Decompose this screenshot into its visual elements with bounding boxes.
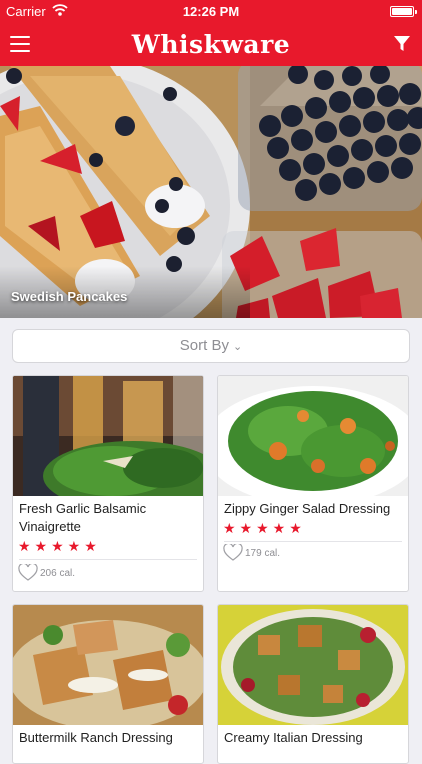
divider xyxy=(19,559,197,560)
app-title: Whiskware xyxy=(131,30,291,59)
recipe-name: Fresh Garlic Balsamic Vinaigrette xyxy=(19,501,147,534)
heart-icon[interactable] xyxy=(18,562,38,582)
sort-by-dropdown[interactable]: Sort By ⌄ xyxy=(12,329,410,363)
recipe-name: Creamy Italian Dressing xyxy=(224,730,363,745)
star-rating: ★★★★★ xyxy=(18,538,101,554)
recipe-photo xyxy=(218,605,408,725)
recipe-card[interactable]: Fresh Garlic Balsamic Vinaigrette ★★★★★ … xyxy=(12,375,204,592)
navigation-bar: Whiskware xyxy=(0,22,422,66)
featured-recipe-title: Swedish Pancakes xyxy=(11,289,128,304)
recipe-name: Zippy Ginger Salad Dressing xyxy=(224,501,391,516)
featured-recipe-banner[interactable]: Swedish Pancakes xyxy=(0,66,422,318)
recipe-card[interactable]: Zippy Ginger Salad Dressing ★★★★★ 179 ca… xyxy=(217,375,409,592)
featured-recipe-photo xyxy=(0,66,422,318)
clock-time: 12:26 PM xyxy=(182,4,240,19)
recipe-photo xyxy=(13,376,203,496)
status-bar: Carrier 12:26 PM xyxy=(0,0,422,22)
sort-by-label: Sort By xyxy=(179,337,229,354)
divider xyxy=(224,541,402,542)
recipe-name: Buttermilk Ranch Dressing xyxy=(19,730,173,745)
star-rating: ★★★★★ xyxy=(223,520,306,536)
chevron-down-icon: ⌄ xyxy=(232,341,243,353)
filter-funnel-icon[interactable] xyxy=(392,34,412,54)
recipe-photo xyxy=(13,605,203,725)
battery-icon xyxy=(390,6,417,17)
calorie-count: 179 cal. xyxy=(245,548,281,559)
recipe-card[interactable]: Buttermilk Ranch Dressing xyxy=(12,604,204,764)
heart-icon[interactable] xyxy=(223,542,243,562)
calorie-count: 206 cal. xyxy=(40,568,76,579)
recipe-card[interactable]: Creamy Italian Dressing xyxy=(217,604,409,764)
recipe-photo xyxy=(218,376,408,496)
